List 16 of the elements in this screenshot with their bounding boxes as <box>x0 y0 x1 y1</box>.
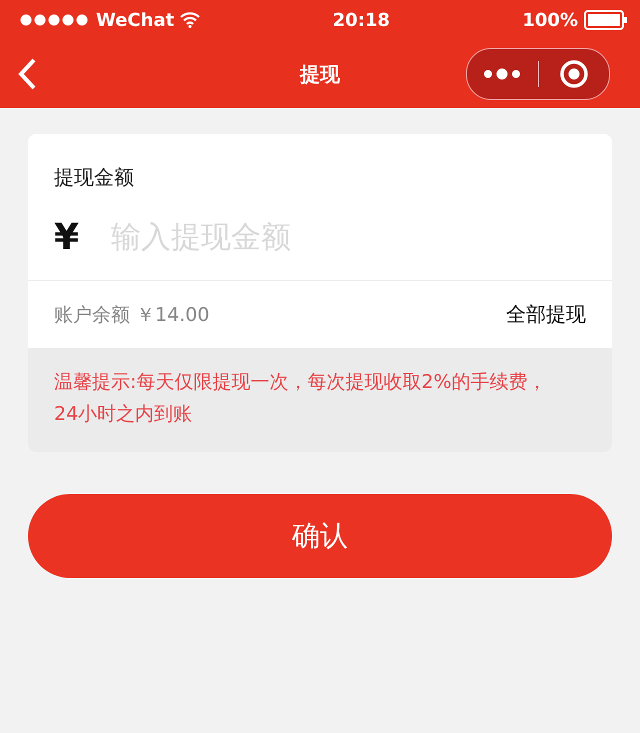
page-title: 提现 <box>300 60 340 88</box>
signal-icon <box>20 14 90 26</box>
carrier-name: WeChat <box>96 10 174 30</box>
target-icon <box>558 59 589 89</box>
tip-text: 温馨提示:每天仅限提现一次，每次提现收取2%的手续费，24小时之内到账 <box>28 348 612 452</box>
more-icon <box>483 68 522 80</box>
clock-time: 20:18 <box>332 10 390 30</box>
confirm-button[interactable]: 确认 <box>28 494 612 578</box>
balance-text: 账户余额 ￥14.00 <box>54 302 210 328</box>
battery-percent: 100% <box>522 10 578 30</box>
withdraw-all-link[interactable]: 全部提现 <box>506 301 586 328</box>
battery-icon <box>584 10 628 30</box>
currency-symbol: ¥ <box>54 217 80 258</box>
amount-label: 提现金额 <box>53 164 135 191</box>
wifi-icon <box>180 12 200 28</box>
back-icon[interactable] <box>16 57 38 91</box>
